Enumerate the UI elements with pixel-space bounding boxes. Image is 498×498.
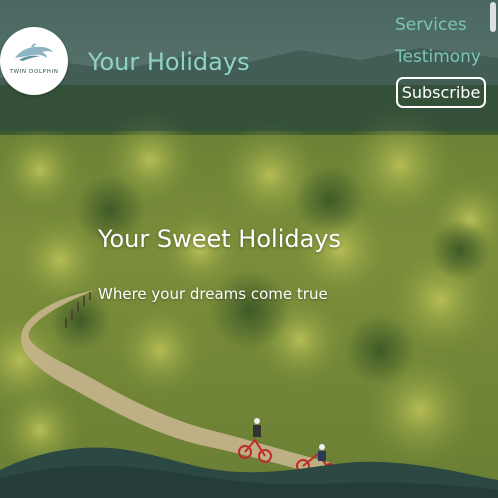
- hero-title: Your Sweet Holidays: [98, 225, 342, 253]
- hero-subtitle: Where your dreams come true: [98, 285, 328, 303]
- brand-title[interactable]: Your Holidays: [88, 48, 250, 76]
- dolphin-icon: [15, 43, 53, 61]
- nav-link-testimony[interactable]: Testimony: [395, 47, 481, 67]
- scrollbar-thumb[interactable]: [490, 2, 496, 32]
- page: TWIN DOLPHIN Your Holidays Services Test…: [0, 0, 498, 498]
- logo[interactable]: TWIN DOLPHIN: [0, 27, 68, 95]
- nav-link-services[interactable]: Services: [395, 15, 467, 35]
- logo-text: TWIN DOLPHIN: [9, 69, 59, 75]
- wave-divider: [0, 440, 498, 498]
- subscribe-button[interactable]: Subscribe: [396, 77, 486, 108]
